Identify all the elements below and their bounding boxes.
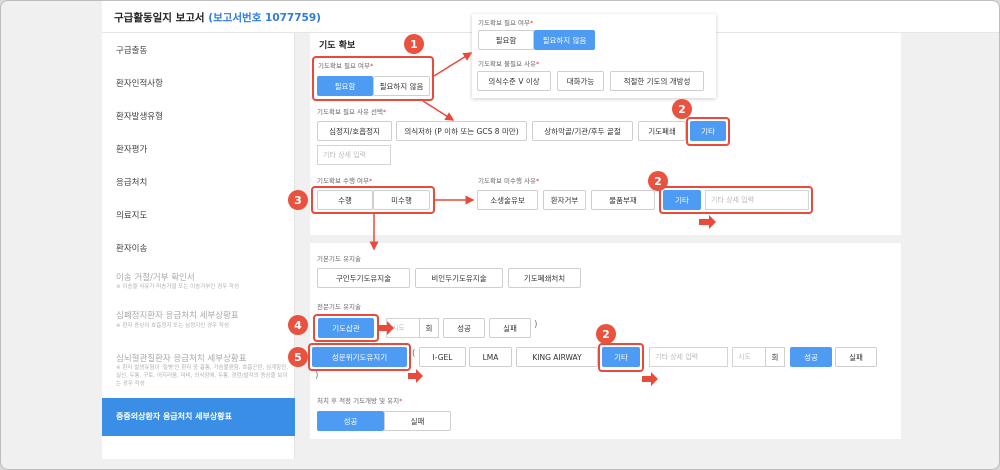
block-arrow-intubation (379, 321, 394, 335)
block-arrow-supraglottic (408, 369, 423, 383)
arrow-to-popup (433, 52, 473, 77)
block-arrow-not-performed (699, 215, 716, 229)
screenshot-frame: 구급활동일지 보고서 (보고서번호 1077759) 구급출동 환자인적사항 환… (0, 0, 1000, 470)
arrow-to-need-reason (422, 100, 455, 121)
callout-arrows (369, 52, 716, 386)
block-arrow-supraglottic-other (642, 372, 658, 386)
